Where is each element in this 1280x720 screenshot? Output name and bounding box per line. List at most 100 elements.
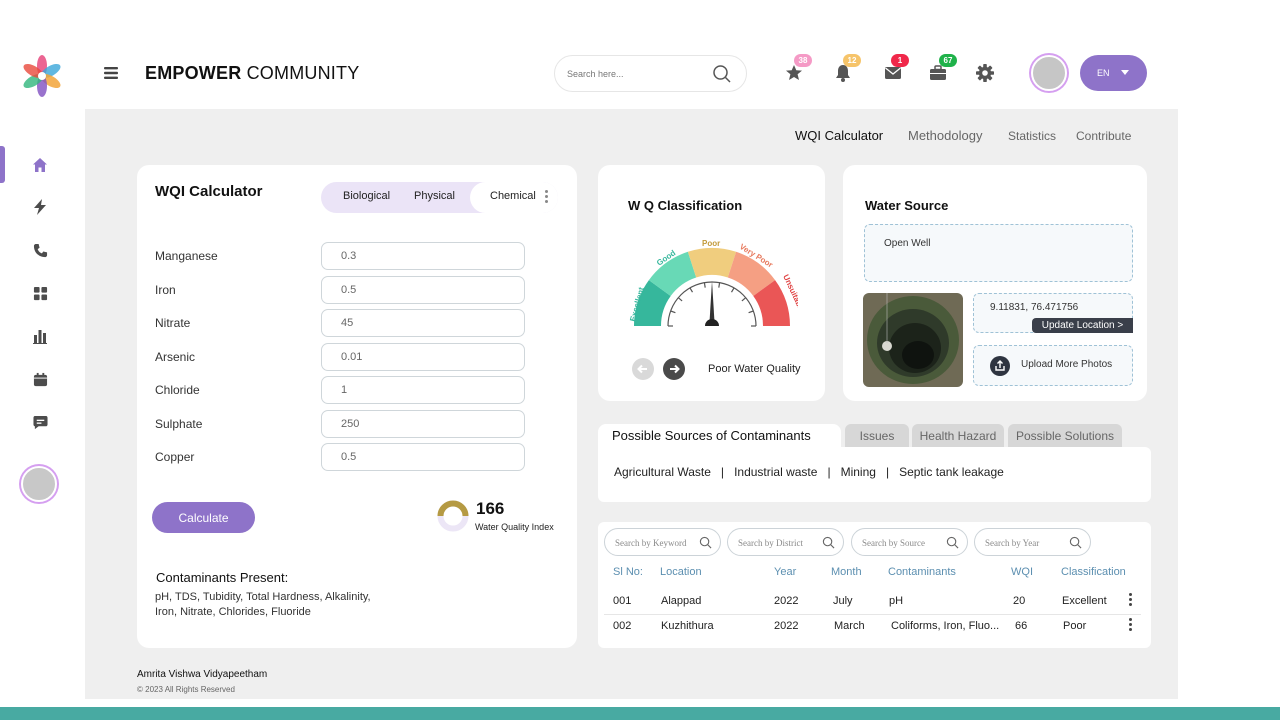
upload-photos-button[interactable]: Upload More Photos (973, 345, 1133, 386)
table-cell: 2022 (774, 620, 799, 632)
search-icon (946, 536, 959, 549)
segment-biological[interactable]: Biological (343, 190, 390, 202)
filter-district[interactable] (727, 528, 844, 556)
home-icon[interactable] (30, 155, 50, 175)
bottom-accent-bar (0, 707, 1280, 720)
table-cell: 002 (613, 620, 632, 632)
language-dropdown[interactable]: EN (1080, 55, 1147, 91)
bolt-icon[interactable] (30, 197, 50, 217)
param-label-manganese: Manganese (155, 249, 218, 263)
sidebar-active-indicator (0, 146, 5, 183)
calculator-title: WQI Calculator (155, 183, 263, 200)
iron-input[interactable] (321, 276, 525, 304)
gauge-label-poor: Poor (702, 239, 720, 248)
year-search-input[interactable] (985, 537, 1073, 549)
param-label-iron: Iron (155, 283, 176, 297)
next-arrow-button[interactable] (663, 358, 685, 380)
tab-possible-sources[interactable]: Possible Sources of Contaminants (598, 424, 841, 447)
calculator-more-icon[interactable] (545, 190, 549, 206)
param-label-copper: Copper (155, 450, 195, 464)
filter-year[interactable] (974, 528, 1091, 556)
update-location-button[interactable]: Update Location > (1032, 318, 1133, 333)
row-more-icon[interactable] (1129, 618, 1133, 632)
upload-label: Upload More Photos (1021, 359, 1113, 370)
previous-arrow-button[interactable] (632, 358, 654, 380)
tab-health-hazard[interactable]: Health Hazard (912, 424, 1004, 447)
classification-title: W Q Classification (628, 198, 743, 213)
sidebar-avatar[interactable] (21, 466, 57, 502)
tab-possible-sources-label: Possible Sources of Contaminants (612, 428, 811, 443)
arsenic-input[interactable] (321, 343, 525, 371)
separator: | (714, 465, 731, 479)
table-cell: Excellent (1062, 595, 1107, 607)
footer-org: Amrita Vishwa Vidyapeetham (137, 669, 268, 680)
filter-source[interactable] (851, 528, 968, 556)
grid-icon[interactable] (30, 283, 50, 303)
column-header[interactable]: Year (774, 566, 796, 578)
tab-possible-solutions[interactable]: Possible Solutions (1008, 424, 1122, 447)
column-header[interactable]: Sl No: (613, 566, 643, 578)
sulphate-input[interactable] (321, 410, 525, 438)
table-cell: Coliforms, Iron, Fluo... (891, 620, 1000, 632)
bar-chart-icon[interactable] (30, 326, 50, 346)
segment-chemical[interactable]: Chemical (490, 190, 536, 202)
district-search-input[interactable] (738, 537, 826, 549)
chloride-input[interactable] (321, 376, 525, 404)
gear-icon[interactable] (974, 62, 996, 84)
water-source-type-box[interactable]: Open Well (864, 224, 1133, 282)
table-cell: March (834, 620, 865, 632)
contaminants-title: Contaminants Present: (156, 570, 289, 585)
messages-badge: 1 (891, 54, 909, 67)
copper-input[interactable] (321, 443, 525, 471)
well-photo[interactable] (863, 293, 963, 387)
tab-contribute[interactable]: Contribute (1076, 129, 1131, 143)
app-logo[interactable] (18, 52, 66, 100)
manganese-input[interactable] (321, 242, 525, 270)
tab-wqi-calculator[interactable]: WQI Calculator (795, 128, 883, 143)
param-label-nitrate: Nitrate (155, 316, 191, 330)
search-icon (699, 536, 712, 549)
source-item: Septic tank leakage (899, 465, 1004, 479)
calculate-button[interactable]: Calculate (152, 502, 255, 533)
caret-down-icon (1121, 70, 1129, 75)
table-cell: Poor (1063, 620, 1087, 632)
nitrate-input[interactable] (321, 309, 525, 337)
keyword-search-input[interactable] (615, 537, 703, 549)
table-cell: Kuzhithura (661, 620, 714, 632)
source-item: Mining (840, 465, 876, 479)
segment-physical[interactable]: Physical (414, 190, 455, 202)
column-header[interactable]: WQI (1011, 566, 1033, 578)
sources-list: Agricultural Waste | Industrial waste | … (614, 465, 1004, 479)
param-label-arsenic: Arsenic (155, 350, 196, 364)
source-item: Agricultural Waste (614, 465, 711, 479)
column-header[interactable]: Location (660, 566, 702, 578)
wqi-value: 166 (476, 499, 505, 518)
hamburger-menu-icon[interactable] (103, 65, 119, 81)
phone-icon[interactable] (30, 240, 50, 260)
user-avatar[interactable] (1031, 55, 1067, 91)
upload-icon (990, 356, 1010, 376)
param-label-sulphate: Sulphate (155, 417, 203, 431)
search-input[interactable] (567, 66, 707, 82)
calendar-icon[interactable] (30, 369, 50, 389)
column-header[interactable]: Contaminants (888, 566, 956, 578)
chat-icon[interactable] (30, 412, 50, 432)
wqi-label: Water Quality Index (475, 522, 554, 532)
search-icon[interactable] (712, 64, 732, 84)
water-source-title: Water Source (865, 198, 949, 213)
source-search-input[interactable] (862, 537, 950, 549)
tab-methodology[interactable]: Methodology (908, 128, 982, 143)
tab-issues[interactable]: Issues (845, 424, 909, 447)
column-header[interactable]: Month (831, 566, 862, 578)
language-label: EN (1097, 68, 1110, 78)
filter-keyword[interactable] (604, 528, 721, 556)
contaminants-list: pH, TDS, Tubidity, Total Hardness, Alkal… (155, 590, 395, 620)
water-source-type: Open Well (884, 238, 931, 249)
tab-statistics[interactable]: Statistics (1008, 129, 1056, 143)
row-more-icon[interactable] (1129, 593, 1133, 607)
search-bar[interactable] (554, 55, 747, 92)
row-divider (604, 614, 1141, 615)
search-icon (1069, 536, 1082, 549)
column-header[interactable]: Classification (1061, 566, 1126, 578)
table-cell: 20 (1013, 595, 1026, 607)
